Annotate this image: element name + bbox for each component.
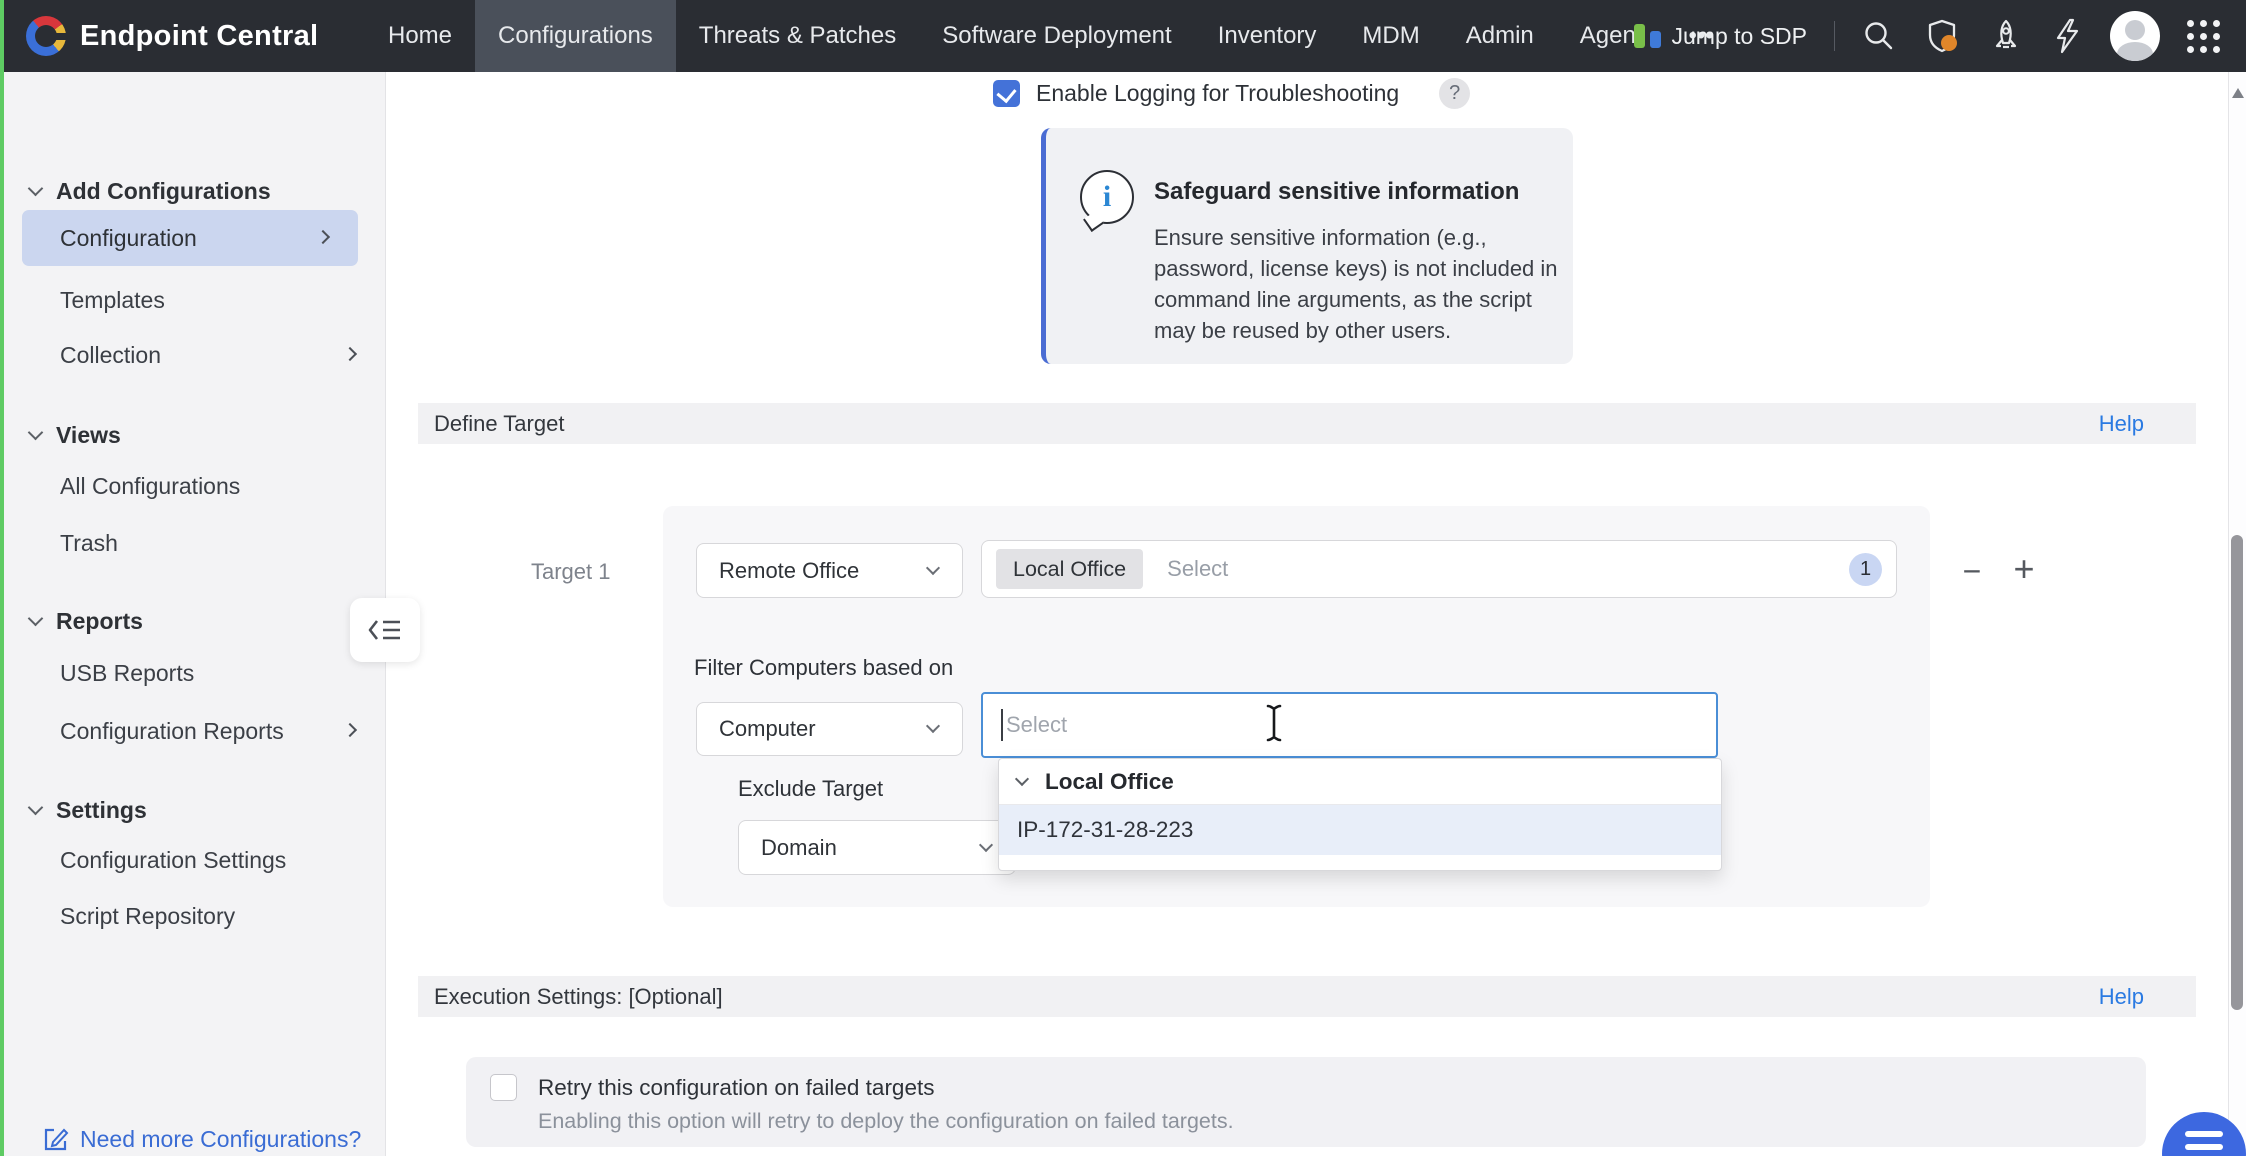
execution-settings-title: Execution Settings: [Optional]	[418, 984, 723, 1010]
target-type-select[interactable]: Remote Office	[696, 543, 963, 598]
define-target-section-header: Define Target Help	[418, 403, 2196, 444]
add-target-button[interactable]: +	[2004, 549, 2044, 589]
sidebar-item-configuration[interactable]: Configuration	[22, 210, 358, 266]
sidebar-item-collection[interactable]: Collection	[4, 332, 385, 378]
jump-to-sdp-label: Jump to SDP	[1672, 23, 1808, 50]
nav-right-group: Jump to SDP	[1634, 0, 2221, 72]
text-caret	[1001, 709, 1003, 741]
computer-dropdown-panel: Local Office IP-172-31-28-223	[998, 758, 1722, 871]
sidebar-collapse-button[interactable]	[350, 598, 420, 662]
info-bubble-icon: i	[1080, 170, 1134, 224]
apps-grid-icon[interactable]	[2187, 20, 2220, 53]
scrollbar-up-arrow[interactable]	[2232, 88, 2244, 98]
menu-lines-icon	[2185, 1131, 2223, 1137]
chevron-down-icon	[979, 837, 993, 851]
filter-computer-search-input[interactable]: Select	[981, 692, 1718, 758]
help-question-badge[interactable]: ?	[1439, 78, 1470, 109]
sidebar-item-configuration-settings[interactable]: Configuration Settings	[4, 837, 385, 883]
local-office-chip[interactable]: Local Office	[996, 549, 1143, 589]
sidebar-section-views[interactable]: Views	[4, 412, 385, 458]
chevron-down-icon	[1015, 772, 1029, 786]
capture-edge-strip	[0, 0, 4, 1156]
sidebar-item-usb-reports[interactable]: USB Reports	[4, 650, 385, 696]
search-icon[interactable]	[1862, 19, 1896, 53]
retry-option-box: Retry this configuration on failed targe…	[466, 1057, 2146, 1147]
target-select-placeholder: Select	[1167, 556, 1228, 582]
info-box-body: Ensure sensitive information (e.g., pass…	[1154, 222, 1562, 346]
dropdown-option-ip[interactable]: IP-172-31-28-223	[999, 805, 1721, 855]
nav-item-home[interactable]: Home	[365, 0, 475, 72]
exclude-target-label: Exclude Target	[738, 776, 883, 802]
sidebar-section-add-configurations[interactable]: Add Configurations	[4, 168, 385, 214]
nav-item-software-deployment[interactable]: Software Deployment	[919, 0, 1194, 72]
nav-item-threats-patches[interactable]: Threats & Patches	[676, 0, 919, 72]
define-target-title: Define Target	[418, 411, 564, 437]
sidebar-item-configuration-reports[interactable]: Configuration Reports	[4, 708, 385, 754]
need-more-configurations-link[interactable]: Need more Configurations?	[42, 1126, 361, 1153]
jump-to-sdp-button[interactable]: Jump to SDP	[1634, 23, 1808, 50]
sidebar: Add Configurations Configuration Templat…	[4, 72, 386, 1156]
nav-menu: Home Configurations Threats & Patches So…	[365, 0, 1737, 72]
exclude-type-select[interactable]: Domain	[738, 820, 1016, 875]
security-shield-icon[interactable]	[1923, 17, 1961, 55]
sdp-icon	[1634, 23, 1661, 50]
sidebar-item-script-repository[interactable]: Script Repository	[4, 893, 385, 939]
sidebar-item-all-configurations[interactable]: All Configurations	[4, 463, 385, 509]
nav-item-inventory[interactable]: Inventory	[1195, 0, 1340, 72]
chevron-right-icon	[343, 723, 357, 737]
sidebar-item-trash[interactable]: Trash	[4, 520, 385, 566]
safeguard-info-box: i Safeguard sensitive information Ensure…	[1041, 128, 1573, 364]
retry-label: Retry this configuration on failed targe…	[538, 1075, 934, 1101]
enable-logging-row: Enable Logging for Troubleshooting ?	[993, 78, 1470, 109]
chevron-right-icon	[316, 230, 330, 244]
define-target-help-link[interactable]: Help	[2099, 411, 2144, 437]
lightning-icon[interactable]	[2051, 18, 2083, 54]
retry-checkbox[interactable]	[490, 1074, 517, 1101]
target-row-label: Target 1	[531, 559, 611, 585]
target-count-badge: 1	[1849, 553, 1882, 586]
filter-select-placeholder: Select	[1006, 712, 1067, 738]
endpoint-central-page: Endpoint Central Home Configurations Thr…	[0, 0, 2246, 1156]
filter-type-select[interactable]: Computer	[696, 702, 963, 756]
execution-settings-help-link[interactable]: Help	[2099, 984, 2144, 1010]
nav-item-configurations[interactable]: Configurations	[475, 0, 676, 72]
endpoint-central-logo-icon[interactable]	[26, 16, 66, 56]
collapse-sidebar-icon	[368, 618, 402, 642]
chevron-down-icon	[926, 719, 940, 733]
user-avatar[interactable]	[2110, 11, 2160, 61]
nav-item-mdm[interactable]: MDM	[1339, 0, 1442, 72]
text-cursor-pointer	[1262, 702, 1286, 744]
vertical-scrollbar-thumb[interactable]	[2231, 535, 2243, 1010]
sidebar-section-settings[interactable]: Settings	[4, 787, 385, 833]
brand-title: Endpoint Central	[80, 0, 318, 72]
retry-description: Enabling this option will retry to deplo…	[538, 1109, 1234, 1134]
filter-computers-label: Filter Computers based on	[694, 655, 953, 681]
remove-target-button[interactable]: −	[1952, 551, 1992, 591]
nav-item-admin[interactable]: Admin	[1443, 0, 1557, 72]
top-nav: Endpoint Central Home Configurations Thr…	[0, 0, 2246, 72]
chevron-down-icon	[926, 560, 940, 574]
rocket-icon[interactable]	[1988, 18, 2024, 54]
enable-logging-checkbox[interactable]	[993, 80, 1020, 107]
compose-pencil-icon	[42, 1126, 69, 1153]
target-scope-combobox[interactable]: Local Office Select 1	[981, 540, 1897, 598]
dropdown-group-local-office[interactable]: Local Office	[999, 759, 1721, 805]
execution-settings-section-header: Execution Settings: [Optional] Help	[418, 976, 2196, 1017]
info-box-title: Safeguard sensitive information	[1154, 178, 1519, 206]
enable-logging-label: Enable Logging for Troubleshooting	[1036, 80, 1399, 107]
sidebar-item-templates[interactable]: Templates	[4, 277, 385, 323]
chevron-right-icon	[343, 347, 357, 361]
sidebar-section-reports[interactable]: Reports	[4, 598, 385, 644]
nav-divider	[1834, 21, 1835, 51]
